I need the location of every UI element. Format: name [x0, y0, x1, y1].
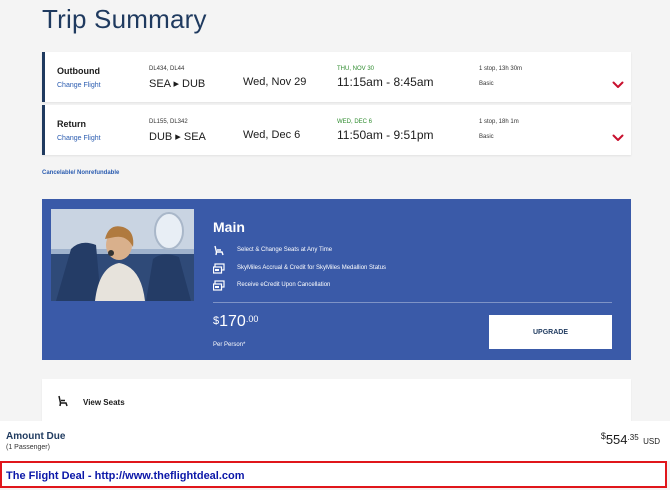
price-amount: 170	[219, 313, 246, 330]
promo-feature-text: SkyMiles Accrual & Credit for SkyMiles M…	[237, 265, 387, 271]
promo-feature-text: Receive eCredit Upon Cancellation	[237, 282, 331, 288]
arrival-date: THU, NOV 30	[337, 66, 375, 72]
price-currency: $	[213, 315, 220, 327]
flight-times: 11:15am - 8:45am	[337, 75, 434, 89]
chevron-down-icon[interactable]	[612, 80, 624, 90]
watermark-banner: The Flight Deal - http://www.theflightde…	[0, 461, 667, 488]
flight-numbers: DL155, DL342	[149, 119, 188, 125]
flight-route: DUB ▸ SEA	[149, 131, 206, 143]
upgrade-button[interactable]: UPGRADE	[489, 315, 612, 349]
price-note: Per Person*	[213, 342, 246, 348]
ticket-icon	[213, 263, 225, 274]
flight-route: SEA ▸ DUB	[149, 78, 206, 90]
main-cabin-promo: Main Select & Change Seats at Any Time S…	[42, 199, 631, 360]
promo-title: Main	[213, 219, 245, 235]
amount-total: $554.35 USD	[601, 431, 660, 449]
seat-icon	[214, 245, 224, 256]
change-flight-link[interactable]: Change Flight	[57, 82, 101, 89]
flight-type-label: Outbound	[57, 66, 100, 76]
seat-icon	[58, 395, 68, 407]
total-amount: 554	[605, 432, 628, 447]
amount-due-label: Amount Due	[6, 431, 66, 442]
fare-class: Basic	[479, 134, 494, 140]
promo-feature: SkyMiles Accrual & Credit for SkyMiles M…	[213, 263, 473, 276]
stops-duration: 1 stop, 18h 1m	[479, 119, 519, 125]
passenger-count: (1 Passenger)	[6, 444, 50, 451]
watermark-text: The Flight Deal - http://www.theflightde…	[6, 470, 245, 482]
arrival-date: WED, DEC 6	[337, 119, 373, 125]
fare-class: Basic	[479, 81, 494, 87]
promo-feature: Select & Change Seats at Any Time	[213, 245, 473, 258]
total-cents: .35	[627, 433, 639, 442]
promo-feature-text: Select & Change Seats at Any Time	[237, 247, 333, 253]
stops-duration: 1 stop, 13h 30m	[479, 66, 523, 72]
flight-card-return: Return Change Flight DL155, DL342 DUB ▸ …	[42, 105, 631, 155]
view-seats-card[interactable]: View Seats	[42, 379, 631, 421]
price-cents: .00	[245, 314, 259, 324]
departure-date: Wed, Nov 29	[243, 76, 307, 88]
departure-date: Wed, Dec 6	[243, 129, 301, 141]
flight-times: 11:50am - 9:51pm	[337, 128, 434, 142]
flight-card-outbound: Outbound Change Flight DL434, DL44 SEA ▸…	[42, 52, 631, 102]
promo-feature: Receive eCredit Upon Cancellation	[213, 280, 473, 293]
page-title: Trip Summary	[42, 4, 207, 34]
amount-due-bar: Amount Due (1 Passenger) $554.35 USD	[0, 421, 670, 461]
chevron-down-icon[interactable]	[612, 133, 624, 143]
ticket-icon	[213, 280, 225, 291]
cabin-photo	[51, 209, 194, 301]
total-currency-code: USD	[643, 437, 660, 446]
promo-price: $170.00	[213, 313, 258, 331]
flight-type-label: Return	[57, 119, 86, 129]
cancel-policy-note: Cancelable/ Nonrefundable	[42, 170, 120, 176]
promo-divider	[213, 302, 612, 303]
view-seats-link[interactable]: View Seats	[83, 398, 125, 407]
change-flight-link[interactable]: Change Flight	[57, 135, 101, 142]
flight-numbers: DL434, DL44	[149, 66, 185, 72]
